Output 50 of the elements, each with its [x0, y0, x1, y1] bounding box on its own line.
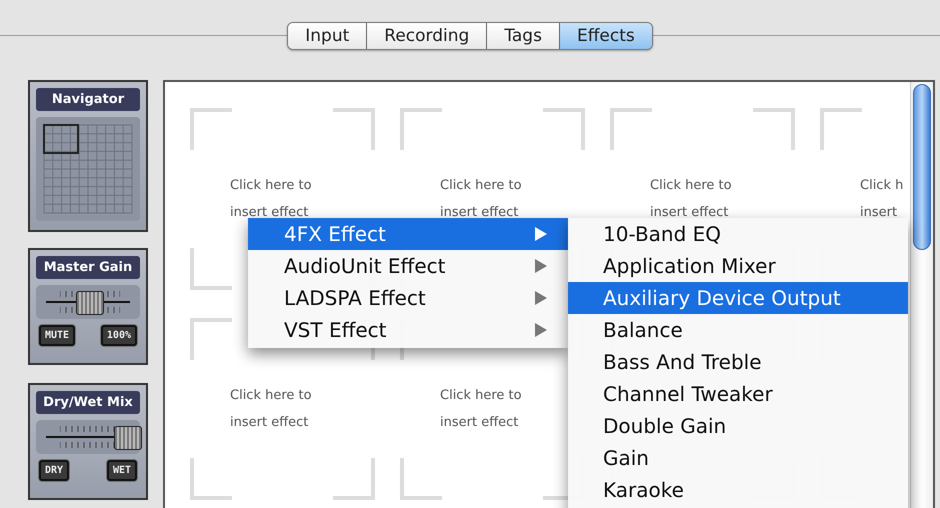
slider-thumb[interactable] — [114, 426, 142, 450]
corner-bracket-icon — [400, 458, 442, 500]
corner-bracket-icon — [190, 318, 232, 360]
panel-title: Dry/Wet Mix — [36, 391, 140, 414]
corner-bracket-icon — [543, 108, 585, 150]
panel-button[interactable]: MUTE — [39, 325, 76, 346]
corner-bracket-icon — [190, 108, 232, 150]
tab[interactable]: Input — [288, 23, 366, 49]
slider-track[interactable] — [36, 285, 140, 319]
scrollbar-thumb[interactable] — [913, 84, 931, 250]
slot-label: Click here to — [650, 177, 733, 195]
menu-item[interactable]: Gain — [568, 442, 908, 474]
panel-button[interactable]: WET — [106, 460, 137, 481]
panel-title: Master Gain — [36, 256, 140, 279]
tab[interactable]: Recording — [366, 23, 486, 49]
corner-bracket-icon — [190, 458, 232, 500]
slot-label: Click here to — [230, 387, 313, 405]
corner-bracket-icon — [753, 108, 795, 150]
slider-thumb[interactable] — [76, 291, 104, 315]
navigator-grid-drawing[interactable] — [36, 117, 140, 221]
slot-label: insert effect — [440, 414, 520, 432]
panel-button[interactable]: DRY — [39, 460, 70, 481]
corner-bracket-icon — [333, 458, 375, 500]
slot-label: Click here to — [440, 387, 523, 405]
menu-item[interactable]: Auxiliary Device Output — [568, 282, 908, 314]
corner-bracket-icon — [820, 108, 862, 150]
menu-item[interactable]: Balance — [568, 314, 908, 346]
scrollbar[interactable] — [910, 82, 933, 508]
corner-bracket-icon — [333, 108, 375, 150]
tab[interactable]: Tags — [486, 23, 559, 49]
corner-bracket-icon — [400, 108, 442, 150]
slot-label: Click here to — [440, 177, 523, 195]
menu-item[interactable]: Application Mixer — [568, 250, 908, 282]
slot-label: insert effect — [230, 414, 310, 432]
slider-track[interactable] — [36, 420, 140, 454]
slot-label: Click here to — [230, 177, 313, 195]
menu-item[interactable]: LADSPA Effect — [248, 282, 568, 314]
corner-bracket-icon — [610, 108, 652, 150]
menu-item[interactable]: AudioUnit Effect — [248, 250, 568, 282]
tab[interactable]: Effects — [558, 23, 652, 49]
menu-item[interactable]: Channel Tweaker — [568, 378, 908, 410]
corner-bracket-icon — [190, 248, 232, 290]
panel-title: Navigator — [36, 88, 140, 111]
menu-item[interactable]: VST Effect — [248, 314, 568, 346]
menu-item[interactable]: Double Gain — [568, 410, 908, 442]
menu-item[interactable]: 4FX Effect — [248, 218, 568, 250]
slot-label: Click h — [860, 177, 904, 195]
menu-item[interactable]: Karaoke — [568, 474, 908, 506]
panel-button[interactable]: 100% — [100, 325, 137, 346]
menu-item[interactable]: Bass And Treble — [568, 346, 908, 378]
